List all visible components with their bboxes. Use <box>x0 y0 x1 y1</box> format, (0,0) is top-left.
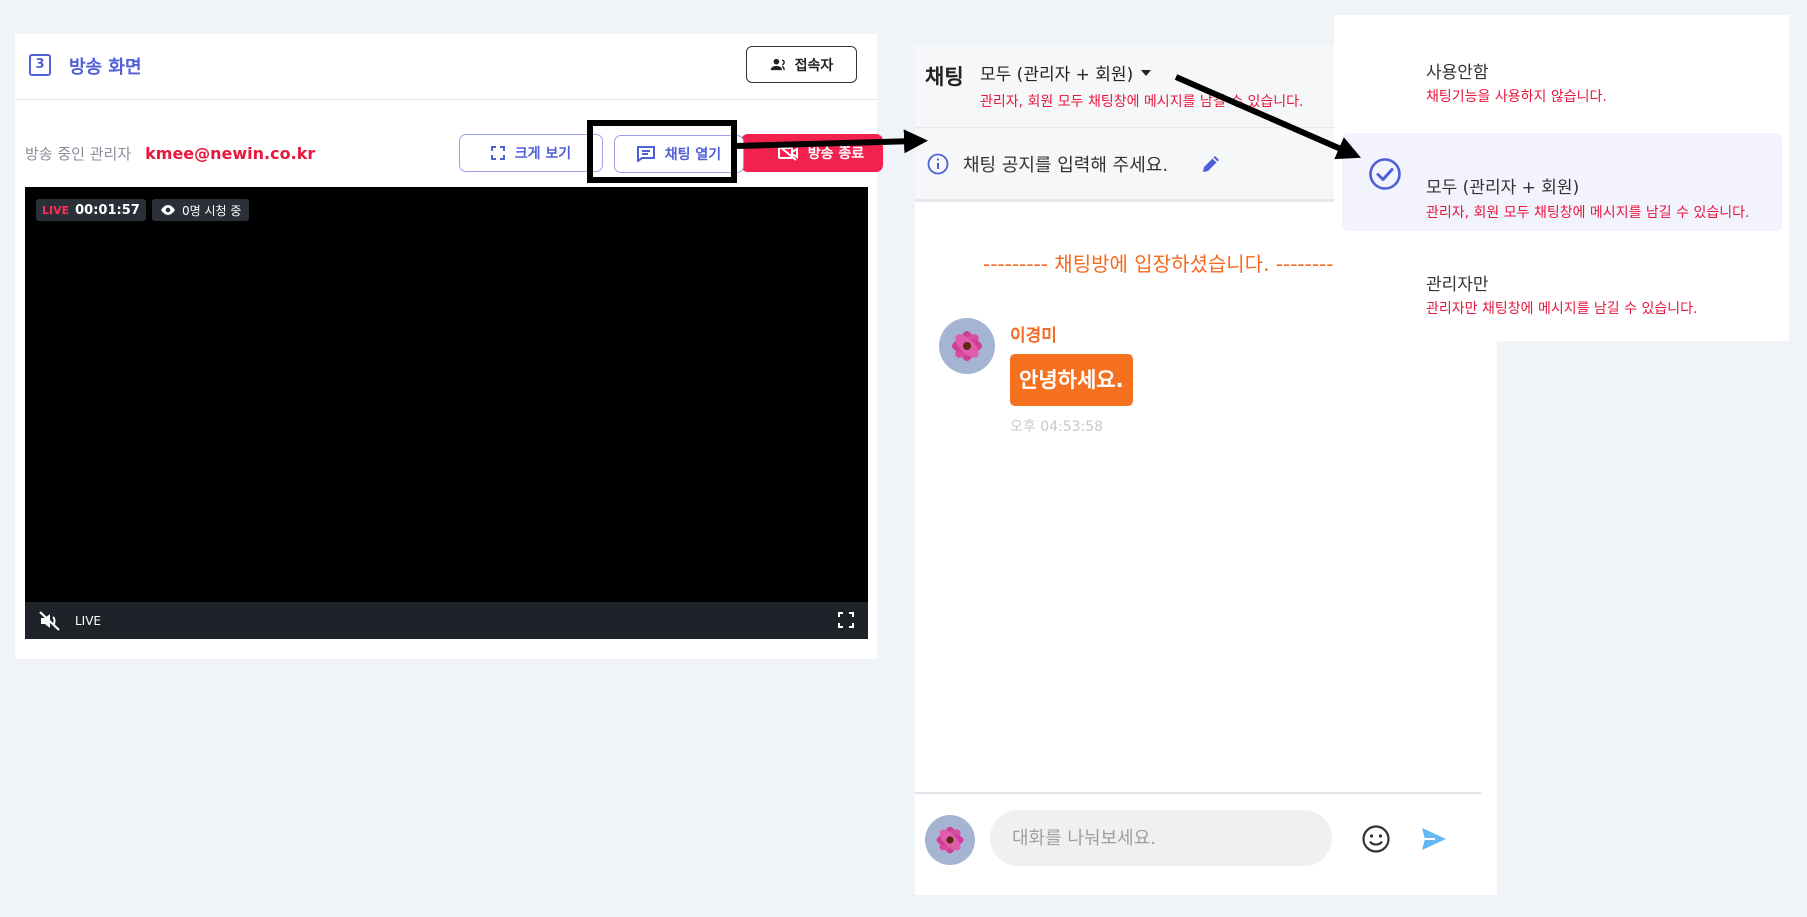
input-divider <box>915 792 1481 794</box>
live-badge: LIVE <box>42 203 70 217</box>
controls-live-label: LIVE <box>75 613 102 628</box>
chat-title: 채팅 <box>925 65 964 89</box>
step-badge: 3 <box>29 54 51 76</box>
broadcast-screen-panel: 3 방송 화면 접속자 방송 중인 관리자 kmee@newin.co.kr 크… <box>15 34 883 659</box>
viewers-button[interactable]: 접속자 <box>746 46 857 83</box>
full-view-label: 크게 보기 <box>514 146 572 162</box>
info-icon <box>927 153 949 174</box>
live-indicator: LIVE 00:01:57 <box>36 199 146 221</box>
end-broadcast-button[interactable]: 방송 종료 <box>741 134 883 172</box>
chat-mode-value: 모두 (관리자 + 회원) <box>980 65 1134 85</box>
mute-icon[interactable] <box>39 610 61 631</box>
open-chat-label: 채팅 열기 <box>664 147 722 163</box>
fullscreen-icon[interactable] <box>838 612 854 628</box>
option-label: 모두 (관리자 + 회원) <box>1426 178 1580 198</box>
viewer-count-text: 0명 시청 중 <box>182 203 242 218</box>
viewers-button-label: 접속자 <box>794 57 834 74</box>
send-icon[interactable] <box>1420 825 1448 853</box>
full-view-button[interactable]: 크게 보기 <box>459 134 603 172</box>
notice-placeholder: 채팅 공지를 입력해 주세요. <box>963 154 1169 176</box>
dropdown-option-admin-only[interactable]: 관리자만 관리자만 채팅창에 메시지를 남길 수 있습니다. <box>1342 231 1782 329</box>
chat-mode-select[interactable]: 모두 (관리자 + 회원) <box>980 60 1152 85</box>
admin-row: 방송 중인 관리자 kmee@newin.co.kr <box>25 141 315 165</box>
chat-message-input[interactable] <box>990 810 1332 866</box>
dropdown-option-all[interactable]: 모두 (관리자 + 회원) 관리자, 회원 모두 채팅창에 메시지를 남길 수 … <box>1342 133 1782 231</box>
dropdown-option-disabled[interactable]: 사용안함 채팅기능을 사용하지 않습니다. <box>1342 45 1782 143</box>
caret-down-icon <box>1141 69 1152 76</box>
check-circle-icon <box>1369 158 1401 190</box>
emoji-icon[interactable] <box>1361 824 1391 854</box>
option-description: 관리자만 채팅창에 메시지를 남길 수 있습니다. <box>1426 301 1698 317</box>
video-controls: LIVE <box>25 602 868 639</box>
video-off-icon <box>777 145 798 161</box>
video-player[interactable]: LIVE 00:01:57 0명 시청 중 LIVE <box>25 187 868 639</box>
chat-icon <box>636 146 655 162</box>
flower-avatar-icon <box>939 318 995 374</box>
option-label: 관리자만 <box>1426 275 1489 295</box>
enter-notice: --------- 채팅방에 입장하셨습니다. --------- <box>983 252 1341 276</box>
admin-label: 방송 중인 관리자 <box>25 144 132 163</box>
option-label: 사용안함 <box>1426 63 1489 83</box>
edit-pencil-icon[interactable] <box>1200 153 1222 175</box>
open-chat-button[interactable]: 채팅 열기 <box>614 135 744 173</box>
avatar <box>939 318 995 374</box>
expand-icon <box>490 146 505 160</box>
message-author: 이경미 <box>1010 326 1057 346</box>
end-broadcast-label: 방송 종료 <box>807 146 865 162</box>
panel-title: 방송 화면 <box>69 57 142 78</box>
admin-email: kmee@newin.co.kr <box>145 143 316 163</box>
users-icon <box>770 58 785 71</box>
message-bubble: 안녕하세요. <box>1010 354 1133 406</box>
elapsed-time: 00:01:57 <box>75 202 140 218</box>
option-description: 채팅기능을 사용하지 않습니다. <box>1426 89 1607 105</box>
message-time: 오후 04:53:58 <box>1010 419 1104 435</box>
option-description: 관리자, 회원 모두 채팅창에 메시지를 남길 수 있습니다. <box>1426 205 1750 221</box>
viewer-count: 0명 시청 중 <box>152 199 250 221</box>
my-avatar <box>925 815 975 865</box>
chat-mode-dropdown: 사용안함 채팅기능을 사용하지 않습니다. 모두 (관리자 + 회원) 관리자,… <box>1334 15 1789 341</box>
flower-avatar-icon <box>925 815 975 865</box>
panel-header: 3 방송 화면 접속자 <box>15 34 877 100</box>
eye-icon <box>161 205 175 215</box>
chat-mode-description: 관리자, 회원 모두 채팅창에 메시지를 남길 수 있습니다. <box>980 94 1304 110</box>
